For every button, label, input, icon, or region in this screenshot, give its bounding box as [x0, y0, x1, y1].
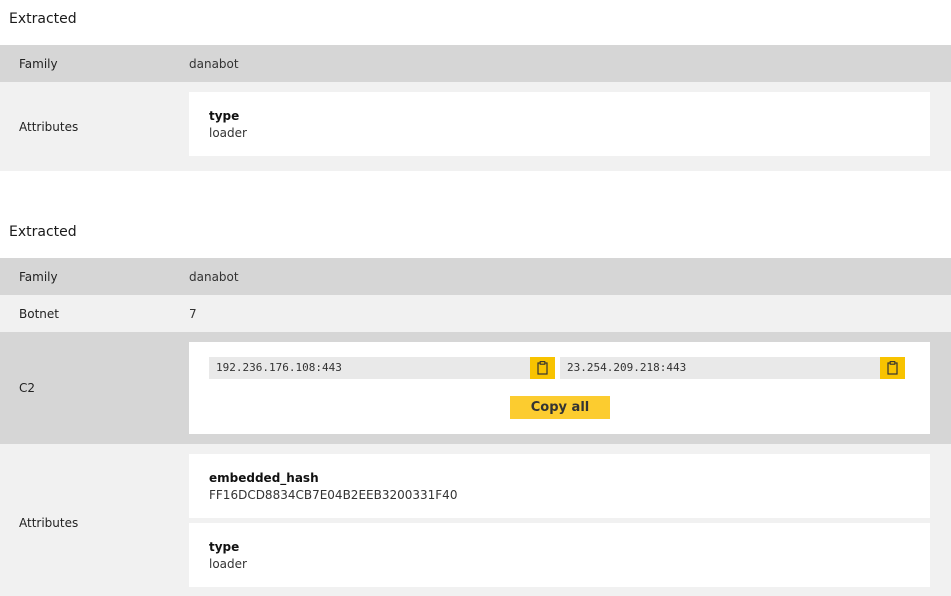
c2-card: 192.236.176.108:443 23.254.209.218:443 C…: [189, 342, 930, 434]
attribute-key: embedded_hash: [209, 471, 319, 485]
attribute-key: type: [209, 540, 240, 554]
attribute-value: FF16DCD8834CB7E04B2EEB3200331F40: [209, 488, 458, 502]
attribute-card: type loader: [189, 523, 930, 587]
attribute-card: embedded_hash FF16DCD8834CB7E04B2EEB3200…: [189, 454, 930, 518]
section-heading: Extracted: [9, 224, 77, 240]
c2-address: 23.254.209.218:443: [567, 361, 687, 374]
c2-address-item: 192.236.176.108:443: [209, 357, 555, 379]
c2-label: C2: [19, 381, 36, 395]
attribute-card: type loader: [189, 92, 930, 156]
attribute-value: loader: [209, 126, 247, 140]
family-row: Family danabot: [0, 258, 951, 295]
botnet-row: Botnet 7: [0, 295, 951, 332]
c2-address: 192.236.176.108:443: [216, 361, 342, 374]
c2-row: C2 192.236.176.108:443 23.254.209.218:44…: [0, 332, 951, 444]
family-row: Family danabot: [0, 45, 951, 82]
c2-address-item: 23.254.209.218:443: [560, 357, 905, 379]
extracted-section-2: Extracted Family danabot Botnet 7 C2 192…: [0, 212, 951, 596]
family-label: Family: [19, 57, 58, 71]
copy-address-button[interactable]: [530, 357, 555, 379]
attributes-row: Attributes embedded_hash FF16DCD8834CB7E…: [0, 444, 951, 596]
copy-address-button[interactable]: [880, 357, 905, 379]
extracted-section-1: Extracted Family danabot Attributes type…: [0, 0, 951, 171]
copy-all-button[interactable]: Copy all: [510, 396, 610, 419]
attribute-value: loader: [209, 557, 247, 571]
family-value: danabot: [189, 270, 239, 284]
attributes-label: Attributes: [19, 120, 79, 134]
attribute-key: type: [209, 109, 240, 123]
attributes-label: Attributes: [19, 516, 79, 530]
botnet-label: Botnet: [19, 307, 59, 321]
family-value: danabot: [189, 57, 239, 71]
family-label: Family: [19, 270, 58, 284]
clipboard-icon: [537, 361, 548, 375]
section-heading: Extracted: [9, 11, 77, 27]
attributes-row: Attributes type loader: [0, 82, 951, 171]
botnet-value: 7: [189, 307, 197, 321]
clipboard-icon: [887, 361, 898, 375]
